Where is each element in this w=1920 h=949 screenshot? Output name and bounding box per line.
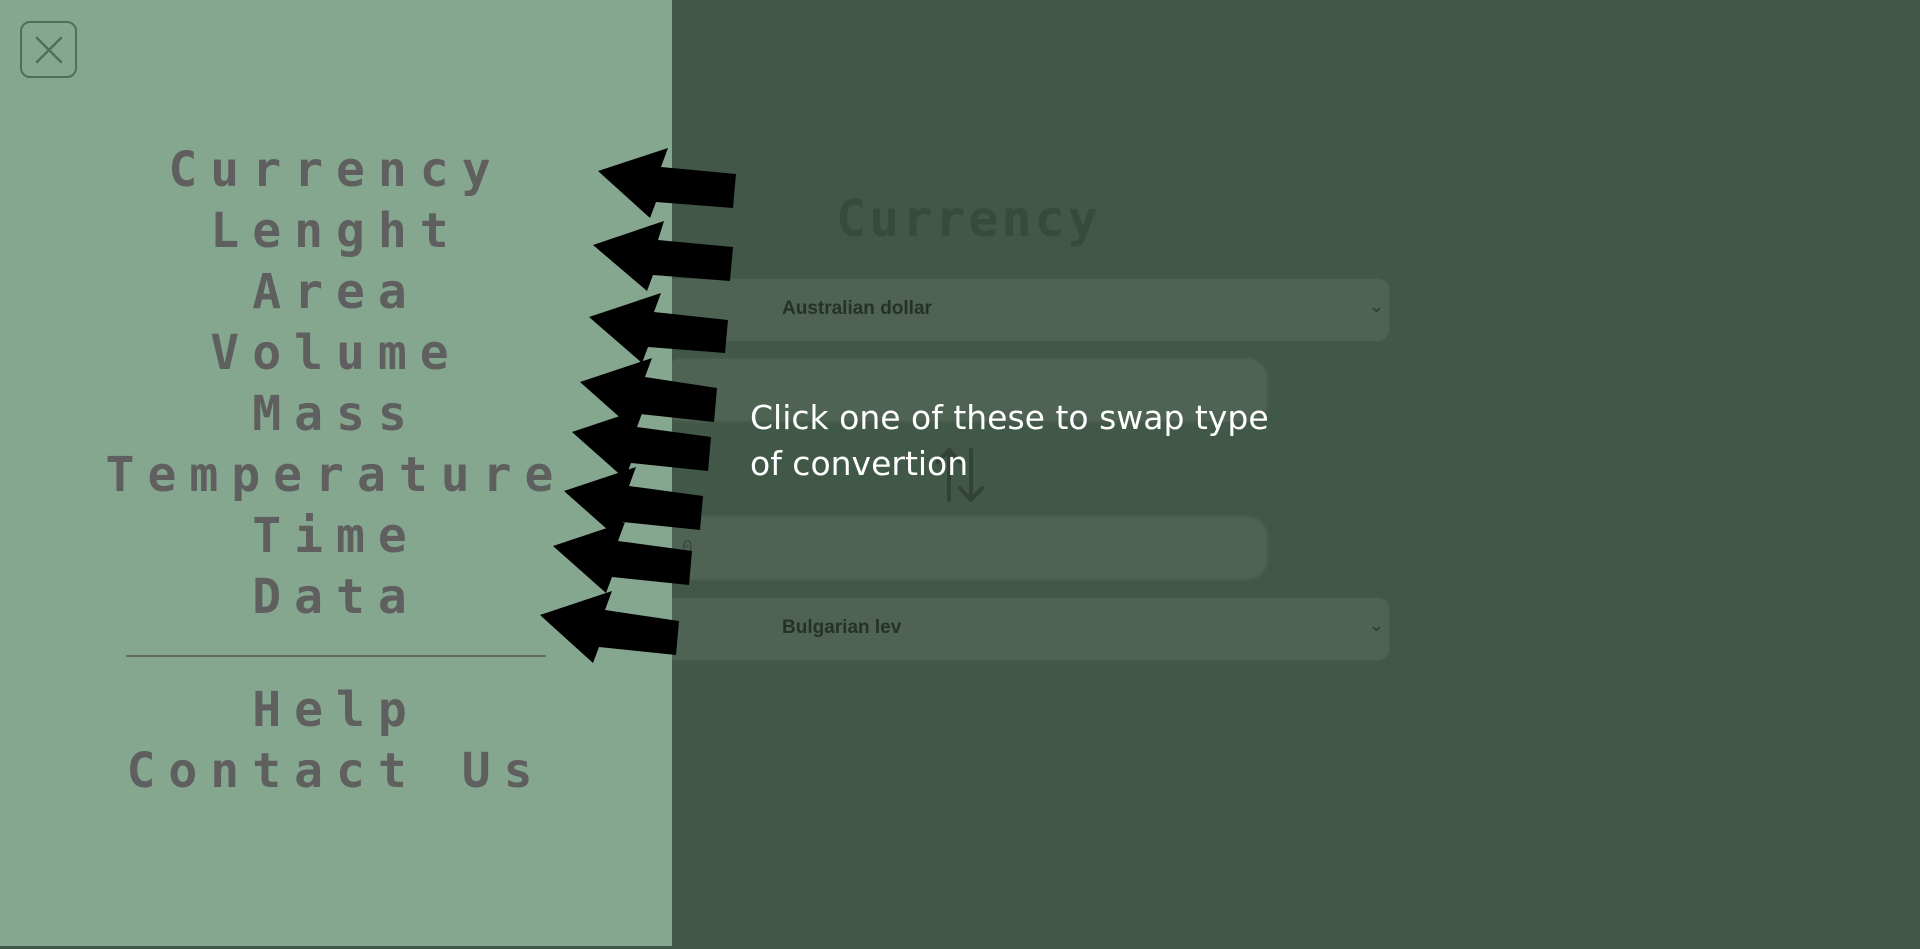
menu-item-data[interactable]: Data bbox=[0, 567, 672, 627]
menu-item-time[interactable]: Time bbox=[0, 506, 672, 566]
menu-item-area[interactable]: Area bbox=[0, 262, 672, 322]
menu-item-contact-us[interactable]: Contact Us bbox=[0, 741, 672, 801]
to-unit-select-value: Bulgarian lev bbox=[782, 617, 902, 638]
tutorial-tip-text: Click one of these to swap type of conve… bbox=[750, 398, 1269, 483]
to-value-input-text: 0 bbox=[682, 537, 693, 558]
from-unit-select-value: Australian dollar bbox=[782, 298, 932, 319]
chevron-down-icon: ⌄ bbox=[1368, 296, 1384, 317]
converter-title: Currency bbox=[836, 190, 1101, 248]
menu-item-help[interactable]: Help bbox=[0, 680, 672, 740]
chevron-down-icon: ⌄ bbox=[1368, 615, 1384, 636]
menu-item-mass[interactable]: Mass bbox=[0, 384, 672, 444]
side-menu: Currency Lenght Area Volume Mass Tempera… bbox=[0, 0, 672, 946]
menu-item-volume[interactable]: Volume bbox=[0, 323, 672, 383]
menu-divider bbox=[126, 655, 546, 657]
close-menu-button[interactable] bbox=[20, 21, 77, 78]
to-unit-select[interactable]: Bulgarian lev ⌄ bbox=[660, 597, 1390, 661]
to-value-input[interactable]: 0 bbox=[660, 515, 1269, 581]
close-icon bbox=[35, 36, 62, 63]
menu-item-length[interactable]: Lenght bbox=[0, 201, 672, 261]
menu-item-currency[interactable]: Currency bbox=[0, 140, 672, 200]
from-unit-select[interactable]: Australian dollar ⌄ bbox=[660, 278, 1390, 342]
menu-item-temperature[interactable]: Temperature bbox=[0, 445, 672, 505]
